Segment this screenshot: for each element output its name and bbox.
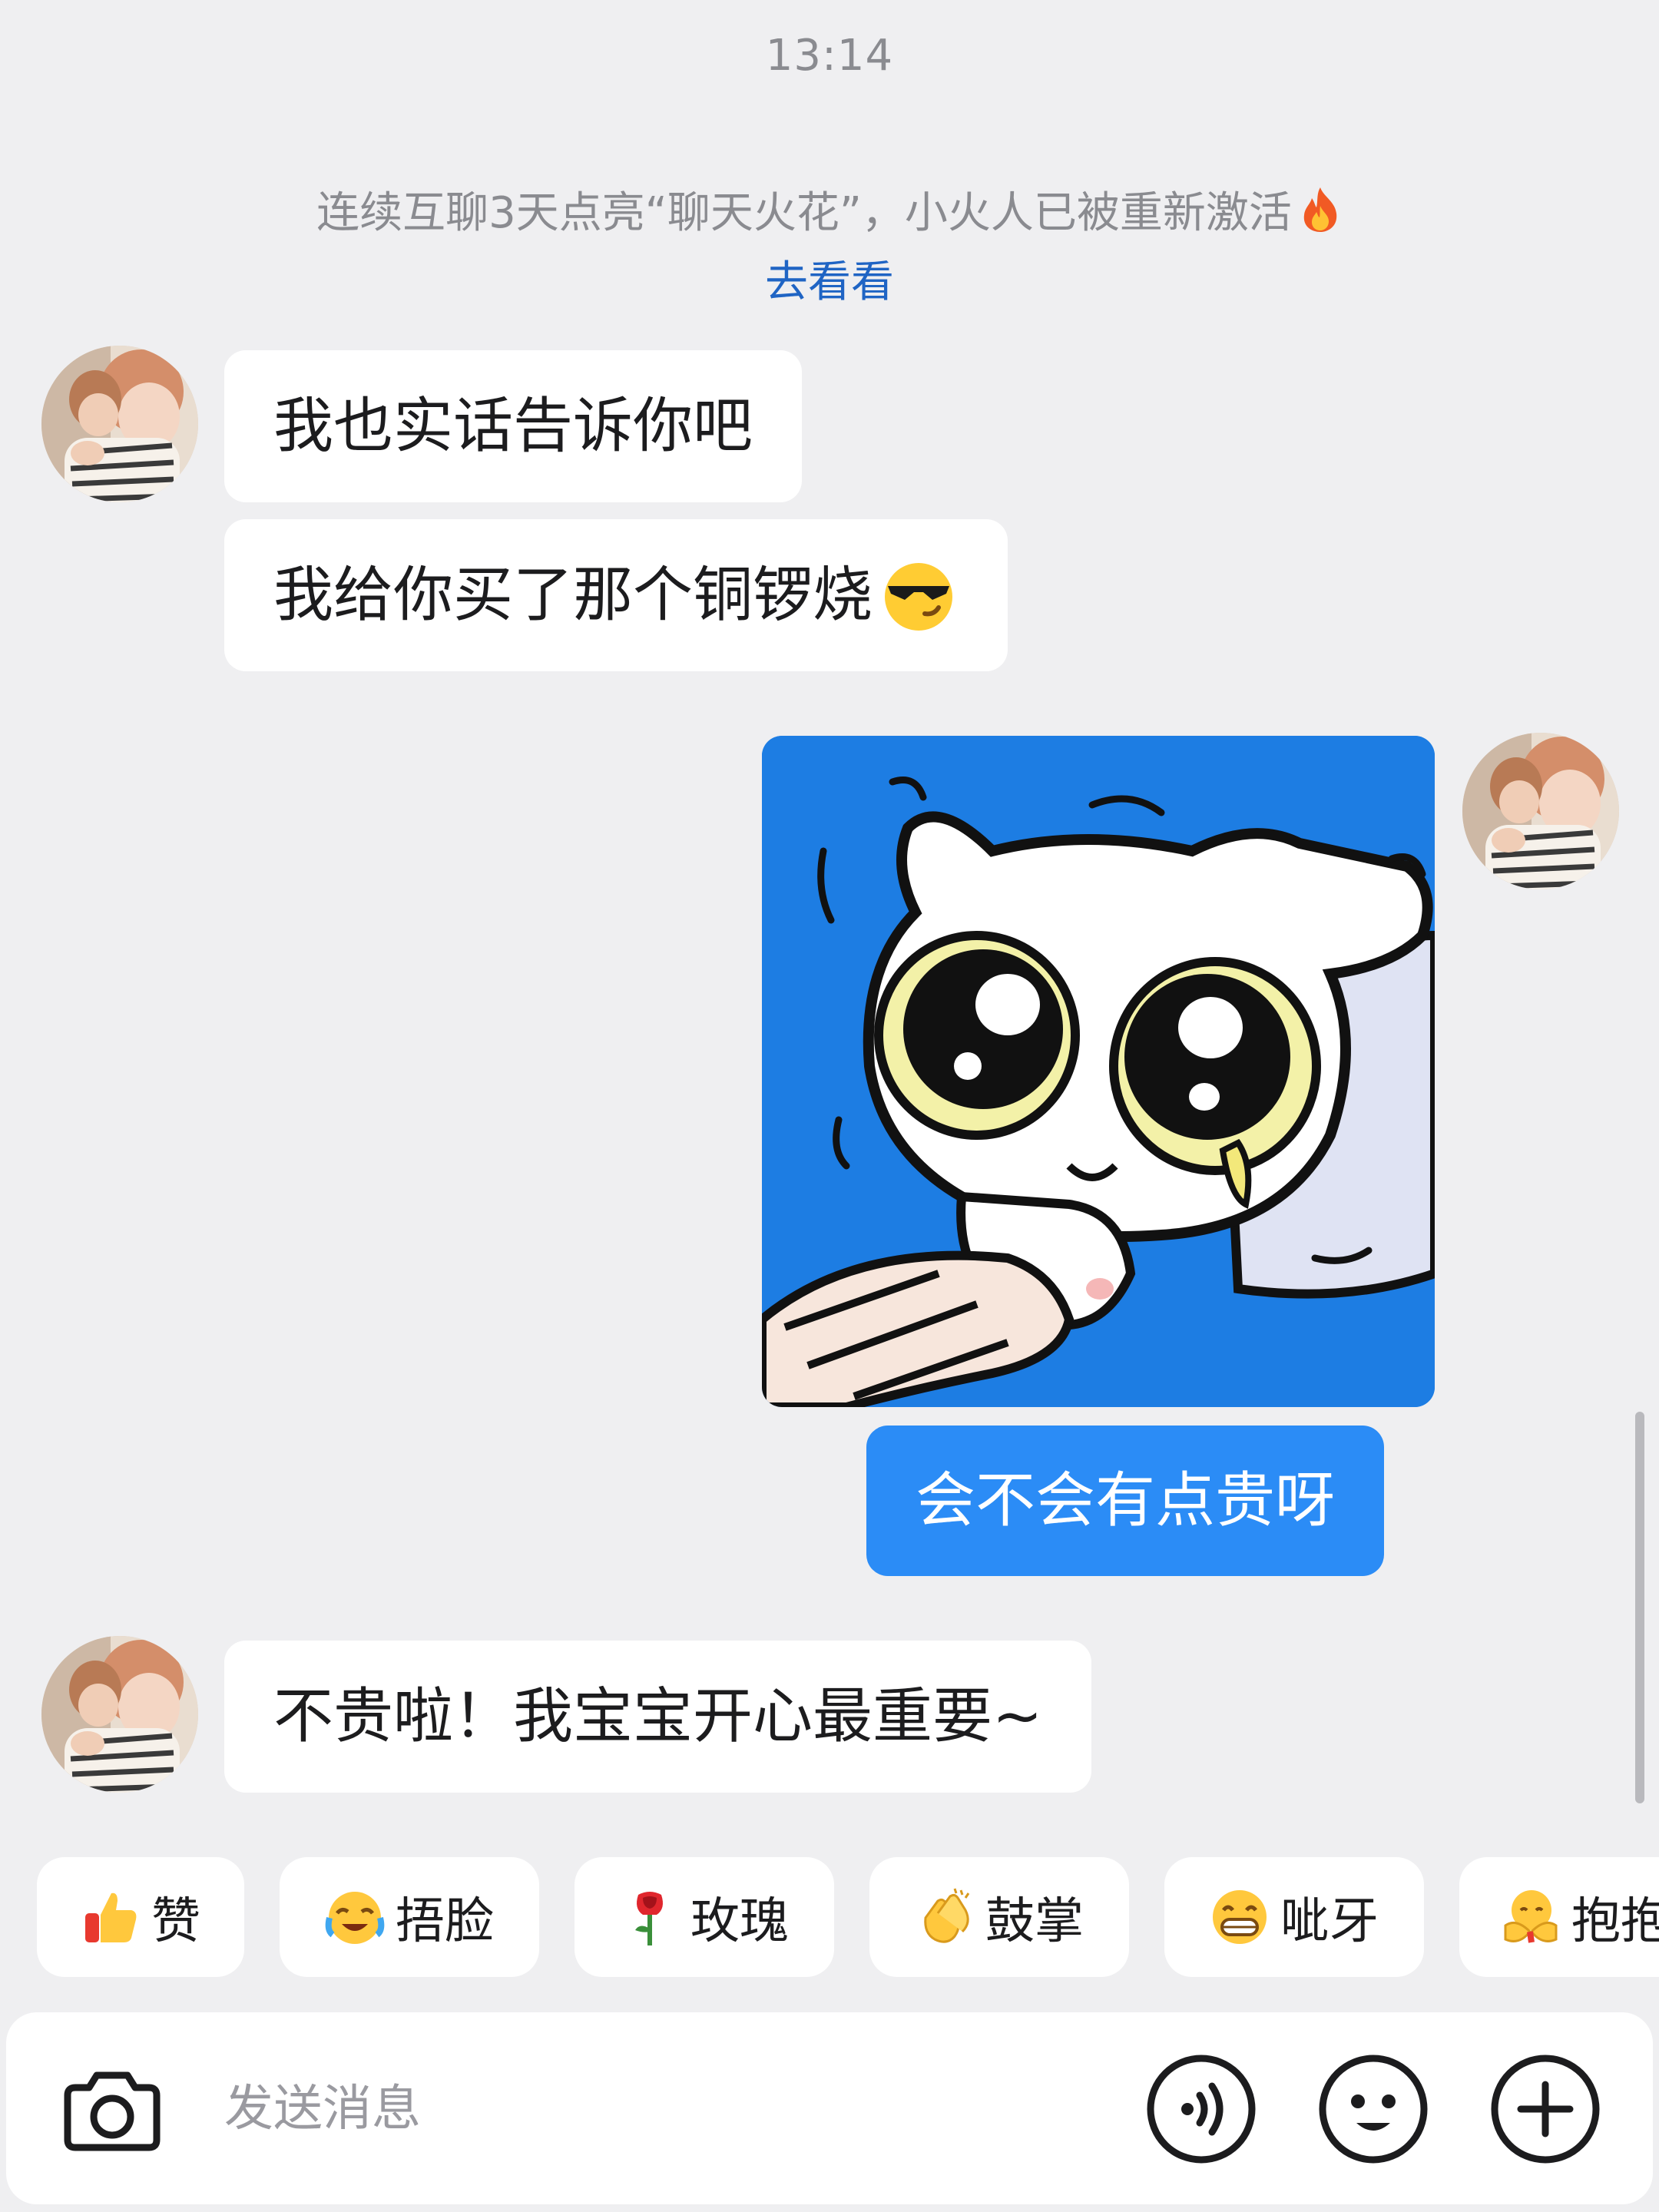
contact-avatar[interactable] <box>41 1636 198 1793</box>
emoji-icon[interactable] <box>1316 2052 1430 2166</box>
quick-reaction-facepalm[interactable]: 捂脸 <box>280 1857 539 1977</box>
incoming-message-bubble[interactable]: 我也实话告诉你吧 <box>224 350 803 502</box>
quick-reaction-label: 抱抱 <box>1571 1893 1659 1950</box>
chat-screen: 13:14 连续互聊3天点亮“聊天火花”，小火人已被重新激活 去看看 我也实话告… <box>0 0 1659 2212</box>
quick-reaction-label: 捂脸 <box>396 1893 494 1950</box>
quick-reaction-label: 赞 <box>151 1893 200 1950</box>
contact-avatar[interactable] <box>41 346 198 502</box>
thumbs-up-icon <box>85 1892 137 1942</box>
plus-icon[interactable] <box>1488 2052 1602 2166</box>
message-text: 我也实话告诉你吧 <box>273 392 753 461</box>
quick-reaction-grin[interactable]: 呲牙 <box>1164 1857 1424 1977</box>
message-text: 不贵啦！我宝宝开心最重要~ <box>273 1682 1043 1751</box>
grin-icon <box>1213 1890 1267 1944</box>
my-avatar[interactable] <box>1462 733 1619 889</box>
scrollbar[interactable] <box>1635 1412 1644 1803</box>
voice-icon[interactable] <box>1144 2052 1258 2166</box>
message-text: 我给你买了那个铜锣烧 <box>273 561 873 630</box>
quick-reaction-bar: 赞 捂脸 玫瑰 鼓掌 呲牙 抱抱 <box>0 1857 1659 1979</box>
message-input[interactable] <box>223 2074 1071 2144</box>
quick-reaction-label: 呲牙 <box>1280 1893 1379 1950</box>
clapping-icon <box>924 1888 970 1943</box>
incoming-message-bubble[interactable]: 不贵啦！我宝宝开心最重要~ <box>224 1641 1092 1793</box>
message-timestamp: 13:14 <box>765 31 894 81</box>
flame-icon <box>1303 187 1337 232</box>
incoming-message-bubble[interactable]: 我给你买了那个铜锣烧 <box>224 519 1008 671</box>
camera-icon[interactable] <box>55 2052 169 2166</box>
quick-reaction-rose[interactable]: 玫瑰 <box>575 1857 834 1977</box>
quick-reaction-hug[interactable]: 抱抱 <box>1459 1857 1659 1977</box>
system-notice: 连续互聊3天点亮“聊天火花”，小火人已被重新激活 <box>0 178 1659 240</box>
facepalm-icon <box>325 1892 385 1944</box>
crying-cat-sticker[interactable] <box>762 736 1435 1407</box>
rose-icon <box>635 1892 663 1945</box>
outgoing-message-bubble[interactable]: 会不会有点贵呀 <box>866 1426 1385 1576</box>
message-text: 会不会有点贵呀 <box>916 1466 1336 1535</box>
sunglasses-emoji <box>885 563 953 631</box>
quick-reaction-label: 鼓掌 <box>985 1893 1084 1950</box>
quick-reaction-thumbs-up[interactable]: 赞 <box>37 1857 244 1977</box>
hug-icon <box>1504 1890 1558 1943</box>
quick-reaction-label: 玫瑰 <box>690 1893 789 1950</box>
go-see-link[interactable]: 去看看 <box>0 247 1659 310</box>
system-notice-text: 连续互聊3天点亮“聊天火花”，小火人已被重新激活 <box>316 188 1292 238</box>
quick-reaction-clapping[interactable]: 鼓掌 <box>869 1857 1129 1977</box>
